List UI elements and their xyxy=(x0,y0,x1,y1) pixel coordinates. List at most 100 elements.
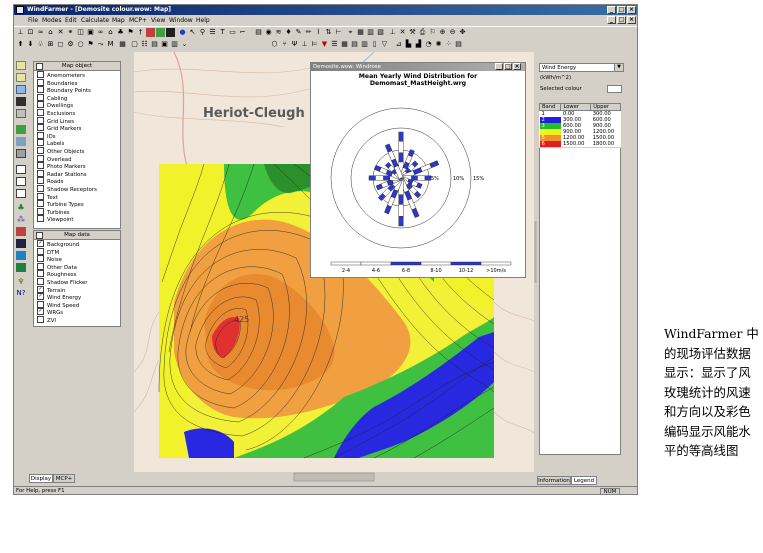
report-icon[interactable]: ▤ xyxy=(454,40,463,49)
zoom-select-icon[interactable]: ● xyxy=(178,28,187,37)
wrench-icon[interactable]: ⚒ xyxy=(408,28,417,37)
selected-colour-swatch[interactable] xyxy=(607,85,622,93)
cable-tool-icon[interactable]: ≈ xyxy=(36,28,45,37)
windrose-window[interactable]: Demosite.wow: Windrose _ □ × Mean Yearly… xyxy=(310,62,526,278)
frame-tool-icon[interactable] xyxy=(16,149,26,158)
grid-icon[interactable]: ▦ xyxy=(356,28,365,37)
flip-icon[interactable]: ⇅ xyxy=(324,28,333,37)
arrow-down-icon[interactable]: ⬇ xyxy=(26,40,35,49)
zoom-out-icon[interactable]: ⊖ xyxy=(448,28,457,37)
menu-map[interactable]: Map xyxy=(112,16,125,25)
save-icon[interactable] xyxy=(16,85,26,94)
node-icon[interactable]: ⌖ xyxy=(346,28,355,37)
map-object-checkbox[interactable] xyxy=(37,78,44,86)
print-preview-icon[interactable] xyxy=(16,109,26,118)
map-data-checkbox[interactable] xyxy=(37,316,44,323)
map-object-checkbox[interactable] xyxy=(37,154,44,162)
map-object-toggle[interactable] xyxy=(36,63,43,70)
folder-icon[interactable] xyxy=(16,73,26,82)
map-object-checkbox[interactable] xyxy=(37,215,44,223)
turbine-symbol-icon[interactable]: † xyxy=(136,28,145,37)
circle-icon[interactable]: ○ xyxy=(76,40,85,49)
search-icon[interactable]: ⚲ xyxy=(198,28,207,37)
child-minimize-button[interactable]: _ xyxy=(607,16,616,24)
split-horizontal-icon[interactable] xyxy=(16,177,26,186)
water-layer-icon[interactable] xyxy=(16,251,26,260)
columns-icon[interactable]: ▯ xyxy=(370,40,379,49)
menu-file[interactable]: File xyxy=(28,16,38,25)
tab-legend[interactable]: Legend xyxy=(571,476,597,485)
map-green-icon[interactable] xyxy=(16,125,26,134)
map-object-checkbox[interactable] xyxy=(37,93,44,101)
link-tool-icon[interactable]: ∞ xyxy=(96,28,105,37)
map-data-checkbox[interactable] xyxy=(37,262,44,270)
print-icon[interactable]: ⎙ xyxy=(418,28,427,37)
map-data-checkbox[interactable]: ✓ xyxy=(37,240,44,247)
map-object-checkbox[interactable] xyxy=(37,86,44,94)
windrose-close-button[interactable]: × xyxy=(513,63,521,70)
map-data-checkbox[interactable] xyxy=(37,270,44,278)
child-restore-button[interactable]: □ xyxy=(617,16,626,24)
layer-dropdown[interactable]: Wind Energy ▼ xyxy=(539,63,624,72)
profile-icon[interactable]: ⊨ xyxy=(310,40,319,49)
map-object-item[interactable]: Photo Markers xyxy=(37,162,86,170)
camera-tool-icon[interactable]: ◫ xyxy=(76,28,85,37)
maximize-button[interactable]: □ xyxy=(617,6,626,14)
map-object-item[interactable]: Shadow Receptors xyxy=(37,185,97,193)
chevron-down-icon[interactable]: ⌄ xyxy=(180,40,189,49)
align-icon[interactable]: ☰ xyxy=(330,40,339,49)
pie-chart-icon[interactable]: ◔ xyxy=(424,40,433,49)
menu-modes[interactable]: Modes xyxy=(42,16,61,25)
layers-icon[interactable]: ▤ xyxy=(254,28,263,37)
bookmark-icon[interactable]: ⚐ xyxy=(428,28,437,37)
measure-icon[interactable]: ⊥ xyxy=(300,40,309,49)
chevron-down-icon[interactable]: ▼ xyxy=(614,64,623,71)
map-object-checkbox[interactable] xyxy=(37,192,44,200)
map-object-checkbox[interactable] xyxy=(37,200,44,208)
help-icon[interactable]: N? xyxy=(16,289,26,298)
close-button[interactable]: × xyxy=(627,6,636,14)
map-data-checkbox[interactable]: ✓ xyxy=(37,293,44,301)
terrain-tool-icon[interactable] xyxy=(156,28,165,37)
wind-icon[interactable]: ≋ xyxy=(274,28,283,37)
menu-mcp[interactable]: MCP+ xyxy=(129,16,147,25)
child-close-button[interactable]: × xyxy=(627,16,636,24)
tree-tool-icon[interactable]: ♣ xyxy=(116,28,125,37)
frame-icon[interactable]: ▣ xyxy=(160,40,169,49)
map-object-checkbox[interactable] xyxy=(37,124,44,132)
menu-view[interactable]: View xyxy=(151,16,165,25)
map-object-checkbox[interactable] xyxy=(37,109,44,116)
tab-display[interactable]: Display xyxy=(29,474,53,483)
measure-tool-icon[interactable]: ⚭ xyxy=(66,28,75,37)
chart-icon[interactable]: ▧ xyxy=(376,28,385,37)
window-icon[interactable]: ▢ xyxy=(130,40,139,49)
table-small-icon[interactable]: ▤ xyxy=(150,40,159,49)
ruler-icon[interactable]: ⊢ xyxy=(334,28,343,37)
flag-tool-icon[interactable]: ⚑ xyxy=(126,28,135,37)
arrow-up-icon[interactable]: ⬆ xyxy=(16,40,25,49)
cube-icon[interactable]: ⬡ xyxy=(270,40,279,49)
windrose-maximize-button[interactable]: □ xyxy=(504,63,512,70)
exclusion-tool-icon[interactable] xyxy=(146,28,155,37)
map-data-checkbox[interactable] xyxy=(37,300,44,308)
arrow-icon[interactable]: ⤳ xyxy=(96,40,105,49)
table-icon[interactable]: ▥ xyxy=(366,28,375,37)
map-object-item[interactable]: Anemometers xyxy=(37,71,85,79)
tab-information[interactable]: Information xyxy=(537,476,571,485)
menu-calculate[interactable]: Calculate xyxy=(81,16,109,25)
map-object-checkbox[interactable] xyxy=(37,131,44,139)
cross-icon[interactable]: ✕ xyxy=(398,28,407,37)
map-data-checkbox[interactable] xyxy=(37,255,44,263)
panel-icon[interactable]: ▥ xyxy=(170,40,179,49)
map-object-item[interactable]: Other Objects xyxy=(37,147,84,155)
eye-icon[interactable]: ◉ xyxy=(264,28,273,37)
warning-icon[interactable]: ▼ xyxy=(320,40,329,49)
menu-edit[interactable]: Edit xyxy=(65,16,77,25)
menu-help[interactable]: Help xyxy=(196,16,210,25)
pen-icon[interactable]: ✎ xyxy=(294,28,303,37)
rose-chart-icon[interactable]: ✺ xyxy=(434,40,443,49)
dark-layer-icon[interactable] xyxy=(16,239,26,248)
map-object-item[interactable]: Turbine Types xyxy=(37,200,84,208)
green-layer-icon[interactable] xyxy=(16,263,26,272)
map-data-toggle[interactable] xyxy=(36,232,43,239)
